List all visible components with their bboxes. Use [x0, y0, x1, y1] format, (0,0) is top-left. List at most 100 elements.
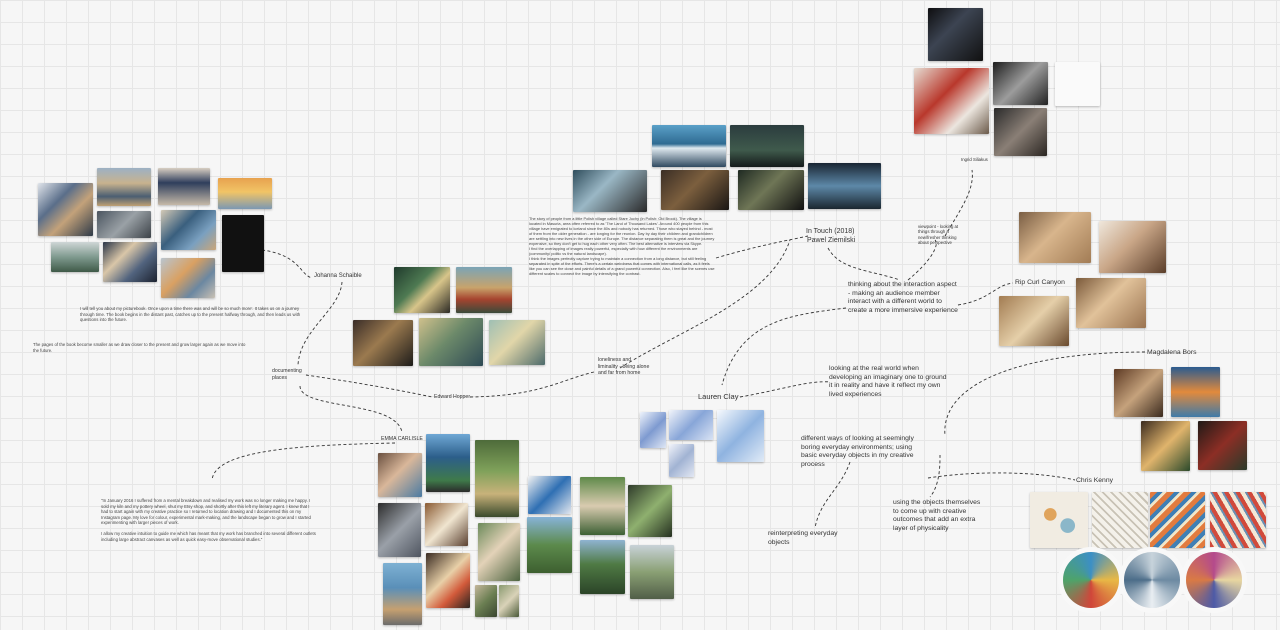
clay-sculpture: [640, 412, 666, 448]
carlisle-sketch: [426, 434, 470, 492]
connector: [715, 235, 809, 259]
connector: [211, 442, 396, 481]
kenny-collage: [1063, 552, 1119, 608]
picturebook-image: [38, 183, 93, 236]
artist-name-clay: Lauren Clay: [698, 392, 739, 401]
clay-sculpture: [669, 444, 694, 477]
artist-name-carlisle: EMMA CARLISLE: [381, 436, 423, 442]
hopper-painting: [353, 320, 413, 366]
artist-name-johanna: Johanna Schaible: [314, 273, 362, 279]
picturebook-image: [161, 258, 215, 298]
kenny-collage: [1030, 492, 1088, 548]
in-touch-description: The story of people from a little Polish…: [529, 216, 715, 276]
canyon-sculpture-image: [1076, 278, 1146, 328]
carlisle-sketch: [475, 585, 497, 617]
connector: [907, 239, 937, 281]
carlisle-sketch: [378, 453, 422, 497]
artist-name-kenny: Chris Kenny: [1076, 477, 1114, 484]
in-touch-still: [652, 125, 726, 167]
paper-architecture-image: [1055, 62, 1100, 106]
note-reinterpreting: reinterpreting everyday objects: [768, 530, 838, 546]
connector: [305, 374, 433, 398]
carlisle-sketch: [383, 563, 422, 625]
carlisle-sketch: [580, 540, 625, 594]
picturebook-image: [161, 210, 216, 250]
artist-name-ziemilski: Pawel Ziemilski: [807, 237, 856, 244]
canyon-sculpture-image: [999, 296, 1069, 346]
kenny-collage: [1210, 492, 1266, 548]
hopper-painting: [394, 267, 450, 313]
carlisle-sketch: [478, 523, 520, 581]
kenny-collage: [1186, 552, 1242, 608]
connector: [299, 385, 403, 433]
clay-sculpture: [717, 410, 764, 462]
carlisle-paragraph: "In January 2016 I suffered from a menta…: [101, 498, 311, 526]
artist-name-hopper: Edward Hopper: [434, 394, 471, 400]
carlisle-sketch: [378, 503, 421, 557]
kenny-collage: [1092, 492, 1148, 548]
carlisle-sketch: [630, 545, 674, 599]
paper-architecture-image: [928, 8, 983, 61]
in-touch-paragraph: I find the overlapping of images really …: [529, 246, 698, 256]
work-title-in-touch: In Touch (2018): [806, 228, 855, 235]
in-touch-still: [573, 170, 647, 212]
canyon-sculpture-image: [1099, 221, 1166, 273]
carlisle-sketch: [528, 476, 571, 514]
paper-architecture-image: [914, 68, 989, 134]
in-touch-still: [738, 170, 804, 210]
note-interaction: thinking about the interaction aspect - …: [848, 281, 958, 314]
artist-name-bors: Magdalena Bors: [1147, 349, 1197, 356]
in-touch-paragraph: The story of people from a little Polish…: [529, 216, 715, 246]
hopper-painting: [489, 320, 545, 365]
connector: [927, 472, 1076, 481]
carlisle-sketch: [475, 440, 519, 517]
kenny-collage: [1150, 492, 1205, 548]
bors-photo: [1141, 421, 1190, 471]
paper-architecture-image: [993, 62, 1048, 105]
picturebook-image: [103, 242, 157, 282]
connector: [297, 281, 343, 366]
connector: [261, 249, 313, 279]
connector: [929, 454, 941, 498]
paper-architecture-image: [994, 108, 1047, 156]
picturebook-image: [97, 168, 151, 206]
carlisle-paragraph: I allow my creative intuition to guide m…: [101, 530, 316, 542]
in-touch-still: [661, 170, 729, 210]
connector: [814, 461, 851, 529]
canyon-sculpture-image: [1019, 212, 1091, 263]
hopper-painting: [456, 267, 512, 313]
artist-name-ingrid: Ingrid Siliakus: [961, 157, 988, 162]
bors-photo: [1114, 369, 1163, 417]
bors-photo: [1198, 421, 1247, 470]
note-real-world: looking at the real world when developin…: [829, 365, 947, 398]
connector: [721, 307, 847, 386]
carlisle-sketch: [527, 517, 572, 573]
note-different-ways: different ways of looking at seemingly b…: [801, 435, 914, 468]
picturebook-image: [218, 178, 272, 209]
johanna-description-2: The pages of the book become smaller as …: [33, 342, 246, 353]
picturebook-image: [51, 242, 99, 272]
bors-photo: [1171, 367, 1220, 417]
label-loneliness: loneliness and liminality - being alone …: [598, 357, 650, 376]
in-touch-paragraph: I think the images perfectly capture try…: [529, 256, 715, 276]
artist-name-rip-curl: Rip Curl Canyon: [1015, 279, 1065, 286]
carlisle-sketch: [499, 585, 519, 617]
picturebook-image: [222, 215, 264, 272]
carlisle-sketch: [580, 477, 625, 535]
clay-sculpture: [669, 410, 713, 440]
label-documenting-places: documenting places: [272, 368, 302, 381]
label-viewpoint: viewpoint - looking at things through a …: [918, 224, 959, 245]
picturebook-image: [97, 211, 151, 238]
connector: [827, 247, 901, 281]
connector: [739, 381, 831, 398]
note-objects: using the objects themselves to come up …: [893, 499, 981, 532]
carlisle-sketch: [628, 485, 672, 537]
picturebook-image: [158, 168, 210, 205]
kenny-collage: [1124, 552, 1180, 608]
johanna-description: I will tell you about my picturebook. On…: [80, 306, 301, 323]
in-touch-still: [730, 125, 804, 167]
in-touch-still: [808, 163, 881, 209]
carlisle-sketch: [425, 503, 468, 546]
hopper-painting: [419, 318, 483, 366]
carlisle-sketch: [426, 553, 470, 608]
